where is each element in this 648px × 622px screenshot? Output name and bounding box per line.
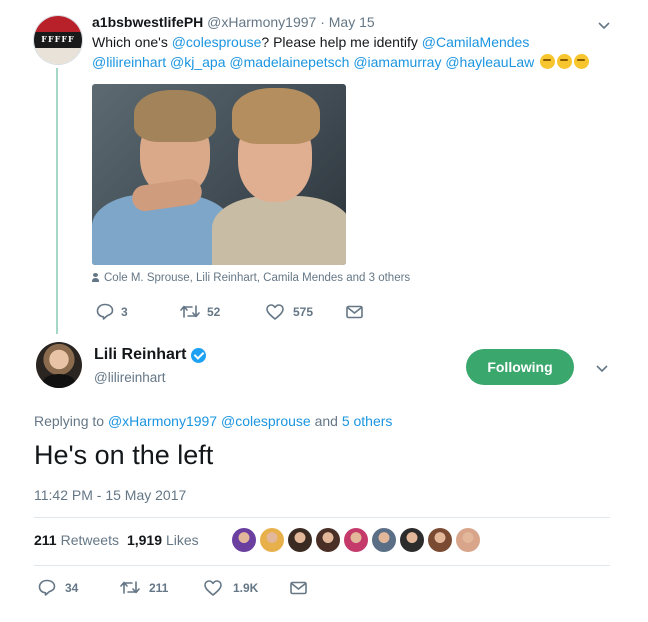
tweet-photo[interactable] — [92, 84, 346, 265]
thread-line — [56, 68, 58, 334]
retweet-button[interactable]: 52 — [180, 304, 266, 319]
replying-others-link[interactable]: 5 others — [342, 413, 393, 429]
mention-iamamurray[interactable]: @iamamurray — [353, 54, 441, 70]
liker-avatar[interactable] — [400, 528, 424, 552]
retweet-button[interactable]: 211 — [120, 580, 204, 595]
thinking-face-emoji-icon — [557, 54, 573, 69]
photo-figure-right-body — [212, 196, 346, 265]
header-separator: · — [316, 14, 329, 30]
retweet-icon — [120, 581, 140, 594]
reply-icon — [38, 579, 56, 596]
envelope-icon — [346, 305, 363, 318]
replying-and: and — [310, 413, 342, 429]
reply-icon — [96, 303, 114, 320]
text-segment: Which one's — [92, 34, 172, 50]
main-more-chevron-icon[interactable] — [596, 360, 608, 378]
heart-icon — [266, 303, 284, 320]
liker-avatar[interactable] — [372, 528, 396, 552]
like-button[interactable]: 1.9K — [204, 579, 290, 596]
replying-user-xharmony1997[interactable]: @xHarmony1997 — [108, 413, 217, 429]
main-tweet-text: He's on the left — [34, 440, 214, 470]
liker-avatar[interactable] — [316, 528, 340, 552]
divider-bottom — [34, 565, 610, 566]
retweet-count: 211 — [149, 580, 169, 595]
mention-hayleaulaw[interactable]: @hayleauLaw — [445, 54, 534, 70]
person-icon — [92, 273, 99, 282]
envelope-icon — [290, 581, 307, 594]
liker-avatar[interactable] — [344, 528, 368, 552]
mention-camilamendes[interactable]: @CamilaMendes — [422, 34, 530, 50]
liker-avatar[interactable] — [288, 528, 312, 552]
direct-message-button[interactable] — [290, 581, 307, 595]
reply-button[interactable]: 34 — [38, 579, 120, 596]
avatar-band-bottom — [34, 48, 82, 64]
main-tweet-timestamp[interactable]: 11:42 PM - 15 May 2017 — [34, 487, 186, 503]
parent-display-name[interactable]: a1bsbwestlifePH — [92, 14, 203, 30]
replying-prefix: Replying to — [34, 413, 108, 429]
likes-stat[interactable]: 1,919 Likes — [127, 532, 207, 548]
liker-avatar[interactable] — [428, 528, 452, 552]
main-display-name[interactable]: Lili Reinhart — [94, 346, 186, 364]
replying-user-colesprouse[interactable]: @colesprouse — [221, 413, 311, 429]
text-segment: ? Please help me identify — [261, 34, 422, 50]
retweets-label: Retweets — [60, 532, 119, 548]
parent-handle[interactable]: @xHarmony1997 — [207, 14, 316, 30]
liker-avatar[interactable] — [260, 528, 284, 552]
thinking-face-emoji-icon — [540, 54, 556, 69]
mention-kj-apa[interactable]: @kj_apa — [170, 54, 225, 70]
avatar-shirt — [43, 374, 75, 388]
liker-avatar[interactable] — [456, 528, 480, 552]
engagement-stats: 211 Retweets 1,919 Likes — [34, 532, 207, 548]
lili-reinhart-avatar[interactable] — [36, 342, 82, 388]
photo-figure-right-hair — [232, 88, 320, 144]
parent-avatar[interactable]: FFFFF — [33, 15, 83, 65]
mention-madelainepetsch[interactable]: @madelainepetsch — [229, 54, 349, 70]
like-count: 575 — [293, 304, 314, 319]
tagged-people-text: Cole M. Sprouse, Lili Reinhart, Camila M… — [104, 272, 411, 284]
avatar-logo-text: FFFFF — [41, 34, 75, 44]
reply-count: 34 — [65, 580, 79, 595]
replying-to: Replying to @xHarmony1997 @colesprouse a… — [34, 413, 392, 429]
avatar-band-top — [34, 16, 82, 32]
main-action-bar: 34 211 1.9K — [38, 579, 307, 596]
heart-icon — [204, 579, 222, 596]
parent-date[interactable]: May 15 — [329, 14, 375, 30]
mention-lilireinhart[interactable]: @lilireinhart — [92, 54, 166, 70]
direct-message-button[interactable] — [346, 305, 363, 319]
parent-action-bar: 3 52 575 — [96, 303, 363, 320]
reply-count: 3 — [121, 304, 128, 319]
likes-label: Likes — [166, 532, 199, 548]
likes-total: 1,919 — [126, 532, 162, 548]
main-display-name-row[interactable]: Lili Reinhart — [94, 346, 207, 364]
like-count: 1.9K — [233, 580, 259, 595]
liker-avatar[interactable] — [232, 528, 256, 552]
retweet-count: 52 — [207, 304, 221, 319]
divider-top — [34, 517, 610, 518]
following-button[interactable]: Following — [466, 349, 574, 385]
mention-colesprouse[interactable]: @colesprouse — [172, 34, 262, 50]
photo-figure-left-hair — [134, 90, 216, 142]
retweet-icon — [180, 305, 200, 318]
parent-tweet-header: a1bsbwestlifePH @xHarmony1997 · May 15 — [92, 13, 375, 31]
like-button[interactable]: 575 — [266, 303, 346, 320]
thinking-face-emoji-icon — [574, 54, 590, 69]
tagged-people[interactable]: Cole M. Sprouse, Lili Reinhart, Camila M… — [92, 272, 410, 284]
liker-avatars — [232, 528, 484, 552]
verified-badge-icon — [191, 347, 207, 363]
main-handle[interactable]: @lilireinhart — [94, 370, 165, 385]
parent-tweet-text: Which one's @colesprouse? Please help me… — [92, 32, 612, 72]
retweets-total: 211 — [34, 532, 57, 548]
retweets-stat[interactable]: 211 Retweets — [34, 532, 127, 548]
reply-button[interactable]: 3 — [96, 303, 180, 320]
